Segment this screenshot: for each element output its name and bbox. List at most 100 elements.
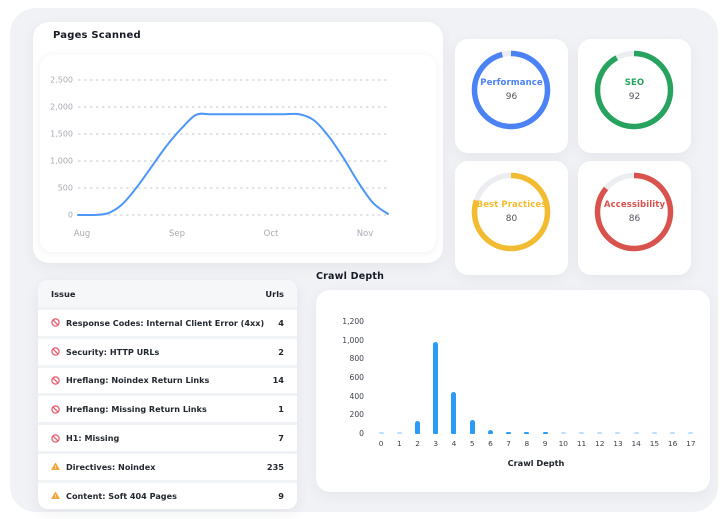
bar-chart-ytick: 0 xyxy=(359,429,364,438)
issue-url-count: 14 xyxy=(272,375,284,386)
issue-url-count: 4 xyxy=(278,317,284,328)
bar xyxy=(670,432,676,434)
error-prohibited-icon xyxy=(51,376,60,385)
bar-chart-xtick: 8 xyxy=(524,439,530,448)
issue-cell: Hreflang: Missing Return Links xyxy=(51,404,207,414)
crawl-depth-section: Crawl Depth 0 200 400 600 800 1,000 1,200 0123… xyxy=(316,271,710,492)
issue-cell: Directives: Noindex xyxy=(51,462,155,472)
bar-chart-xtick: 12 xyxy=(595,439,605,448)
bar-chart-xlabel: Crawl Depth xyxy=(507,458,565,468)
crawl-depth-card: 0 200 400 600 800 1,000 1,200 0 1 2 3 4 5 6 7 8 9 10 11 12… xyxy=(316,290,710,492)
bar-slot xyxy=(645,322,663,434)
error-prohibited-icon xyxy=(51,347,60,356)
issue-label: H1: Missing xyxy=(66,433,120,444)
issue-url-count: 235 xyxy=(266,461,284,472)
issue-label: Security: HTTP URLs xyxy=(66,346,160,357)
bar-chart-xtick: 2 xyxy=(415,439,420,448)
issues-table-body: Response Codes: Internal Client Error (4… xyxy=(38,307,297,509)
table-row[interactable]: Hreflang: Missing Return Links 1 xyxy=(38,393,297,423)
bar xyxy=(433,341,439,434)
dashboard-canvas: Pages Scanned 0 500 1,000 1,500 2,000 2,500 Au… xyxy=(10,8,718,512)
pages-scanned-chart-card: 0 500 1,000 1,500 2,000 2,500 Aug Sep Oct Nov xyxy=(40,55,436,252)
bar-chart-xtick: 7 xyxy=(506,439,511,448)
bar-slot xyxy=(609,322,627,434)
bar xyxy=(451,392,457,434)
bar xyxy=(415,420,421,434)
bar-slot xyxy=(664,322,682,434)
crawl-depth-title: Crawl Depth xyxy=(316,271,385,282)
bar-slot xyxy=(481,322,499,434)
bar-chart-ytick: 1,000 xyxy=(342,335,364,345)
bar xyxy=(506,431,512,434)
gauge-card-seo: SEO 92 xyxy=(578,39,691,153)
bar-chart-xtick: 14 xyxy=(631,439,641,448)
gauge-grid: Performance 96 SEO 92 Best Practices 80 Access… xyxy=(455,39,691,275)
issue-label: Directives: Noindex xyxy=(66,461,156,472)
issue-url-count: 9 xyxy=(278,490,284,501)
svg-text:500: 500 xyxy=(58,184,73,193)
issue-url-count: 1 xyxy=(278,404,284,415)
bar xyxy=(396,432,402,434)
bar-chart-ytick: 400 xyxy=(349,391,365,401)
svg-text:0: 0 xyxy=(68,211,73,220)
svg-text:Aug: Aug xyxy=(74,229,91,239)
error-prohibited-icon xyxy=(51,433,60,443)
pages-scanned-title: Pages Scanned xyxy=(53,30,141,41)
bar-chart-ytick: 200 xyxy=(349,410,365,420)
issue-label: Content: Soft 404 Pages xyxy=(66,490,177,501)
issue-cell: H1: Missing xyxy=(51,433,119,443)
bar xyxy=(469,420,475,434)
bar-chart-xtick: 10 xyxy=(558,439,568,448)
bar-chart-xtick: 0 xyxy=(378,439,384,448)
svg-text:2,000: 2,000 xyxy=(50,103,73,112)
bar-chart-xtick: 13 xyxy=(613,439,623,448)
bar xyxy=(688,432,694,434)
warning-triangle-icon xyxy=(51,463,60,471)
svg-text:Oct: Oct xyxy=(264,229,279,239)
bar xyxy=(542,432,548,434)
bar-slot xyxy=(627,322,645,434)
bar-slot xyxy=(518,322,536,434)
bar-slot xyxy=(554,322,572,434)
bar-chart-xtick: 4 xyxy=(451,439,457,448)
bar-chart-xtick: 9 xyxy=(542,439,548,448)
gauge-ring-icon xyxy=(594,50,674,130)
bar-chart-ytick: 800 xyxy=(349,354,365,364)
issue-url-count: 7 xyxy=(278,433,284,444)
bar-chart-xtick: 16 xyxy=(667,439,678,448)
bar-slot xyxy=(445,322,463,434)
issue-label: Hreflang: Missing Return Links xyxy=(66,404,207,415)
bar-slot xyxy=(591,322,609,434)
bar-chart-xtick: 1 xyxy=(396,439,402,448)
table-row[interactable]: H1: Missing 7 xyxy=(38,422,297,451)
table-row[interactable]: Content: Soft 404 Pages 9 xyxy=(38,479,297,509)
bar-chart-xtick: 5 xyxy=(469,439,475,448)
bar-chart-ytick: 1,200 xyxy=(342,317,364,326)
svg-text:1,000: 1,000 xyxy=(50,157,73,166)
gauge-card-performance: Performance 96 xyxy=(455,39,568,153)
table-row[interactable]: Security: HTTP URLs 2 xyxy=(38,335,297,365)
bar-slot xyxy=(572,322,590,434)
issue-cell: Response Codes: Internal Client Error (4… xyxy=(51,318,264,328)
issue-label: Response Codes: Internal Client Error (4… xyxy=(66,317,265,328)
issues-header-issue: Issue xyxy=(51,288,76,299)
table-row[interactable]: Response Codes: Internal Client Error (4… xyxy=(38,307,297,336)
bar xyxy=(633,432,639,434)
bar-slot xyxy=(682,322,700,434)
issues-table: Issue Urls Response Codes: Internal Clie… xyxy=(38,280,297,509)
bar xyxy=(597,432,603,434)
gauge-card-best-practices: Best Practices 80 xyxy=(455,161,568,275)
table-row[interactable]: Hreflang: Noindex Return Links 14 xyxy=(38,364,297,394)
warning-triangle-icon xyxy=(51,491,60,500)
bar-slot xyxy=(536,322,554,434)
bar-chart-x-axis: 0 1 2 3 4 5 6 7 8 9 10 11 12 13 14 15 16 17 xyxy=(372,439,700,448)
svg-text:2,500: 2,500 xyxy=(50,76,73,85)
issue-url-count: 2 xyxy=(278,346,284,357)
issues-header-urls: Urls xyxy=(265,288,284,299)
bar xyxy=(524,432,530,434)
bar xyxy=(651,432,657,434)
bar-chart-xtick: 6 xyxy=(488,439,493,448)
gauge-ring-icon xyxy=(471,50,551,130)
bar xyxy=(615,432,621,434)
table-row[interactable]: Directives: Noindex 235 xyxy=(38,450,297,480)
